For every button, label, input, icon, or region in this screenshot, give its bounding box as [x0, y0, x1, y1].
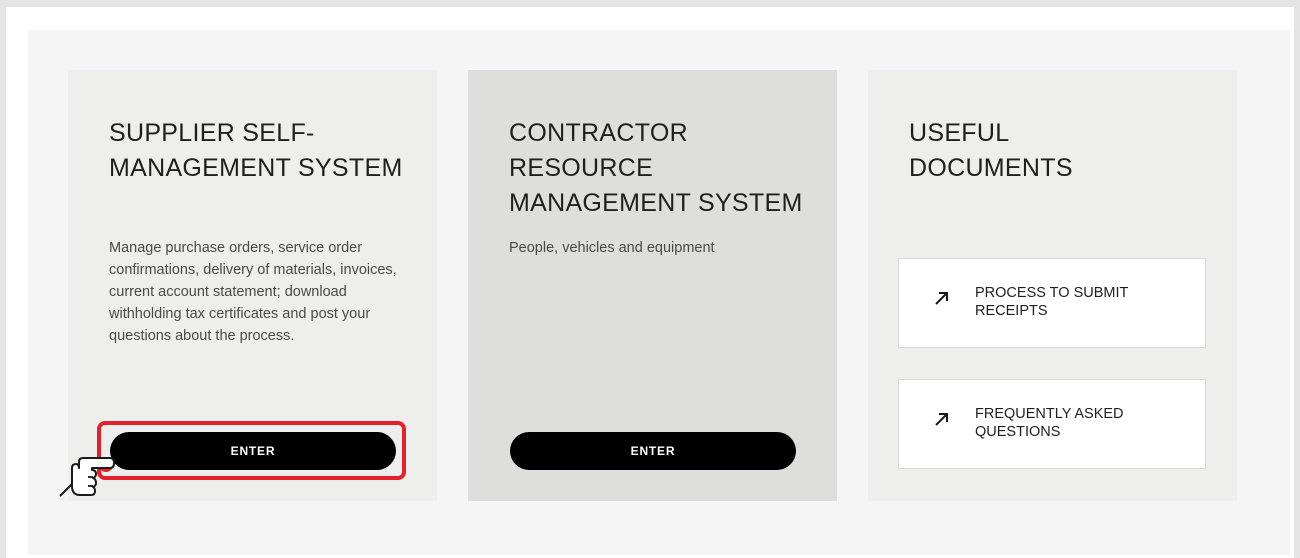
- doc-link-process-to-submit-receipts[interactable]: PROCESS TO SUBMIT RECEIPTS: [898, 258, 1206, 348]
- supplier-card: SUPPLIER SELF-MANAGEMENT SYSTEM Manage p…: [68, 70, 437, 501]
- contractor-card-description: People, vehicles and equipment: [509, 240, 715, 256]
- supplier-enter-button[interactable]: ENTER: [110, 432, 396, 470]
- supplier-card-description: Manage purchase orders, service order co…: [109, 240, 397, 344]
- doc-link-label: FREQUENTLY ASKED QUESTIONS: [975, 406, 1124, 440]
- doc-link-frequently-asked-questions[interactable]: FREQUENTLY ASKED QUESTIONS: [898, 379, 1206, 469]
- useful-documents-card: USEFUL DOCUMENTS PROCESS TO SUBMIT RECEI…: [868, 70, 1237, 501]
- arrow-up-right-icon: [935, 413, 948, 426]
- doc-link-label: PROCESS TO SUBMIT RECEIPTS: [975, 285, 1129, 319]
- contractor-card-title: CONTRACTOR RESOURCE MANAGEMENT SYSTEM: [509, 119, 803, 217]
- useful-documents-title: USEFUL DOCUMENTS: [909, 119, 1073, 182]
- contractor-card: CONTRACTOR RESOURCE MANAGEMENT SYSTEM Pe…: [468, 70, 837, 501]
- supplier-card-title: SUPPLIER SELF-MANAGEMENT SYSTEM: [109, 119, 403, 182]
- arrow-up-right-icon: [935, 292, 948, 305]
- contractor-enter-button[interactable]: ENTER: [510, 432, 796, 470]
